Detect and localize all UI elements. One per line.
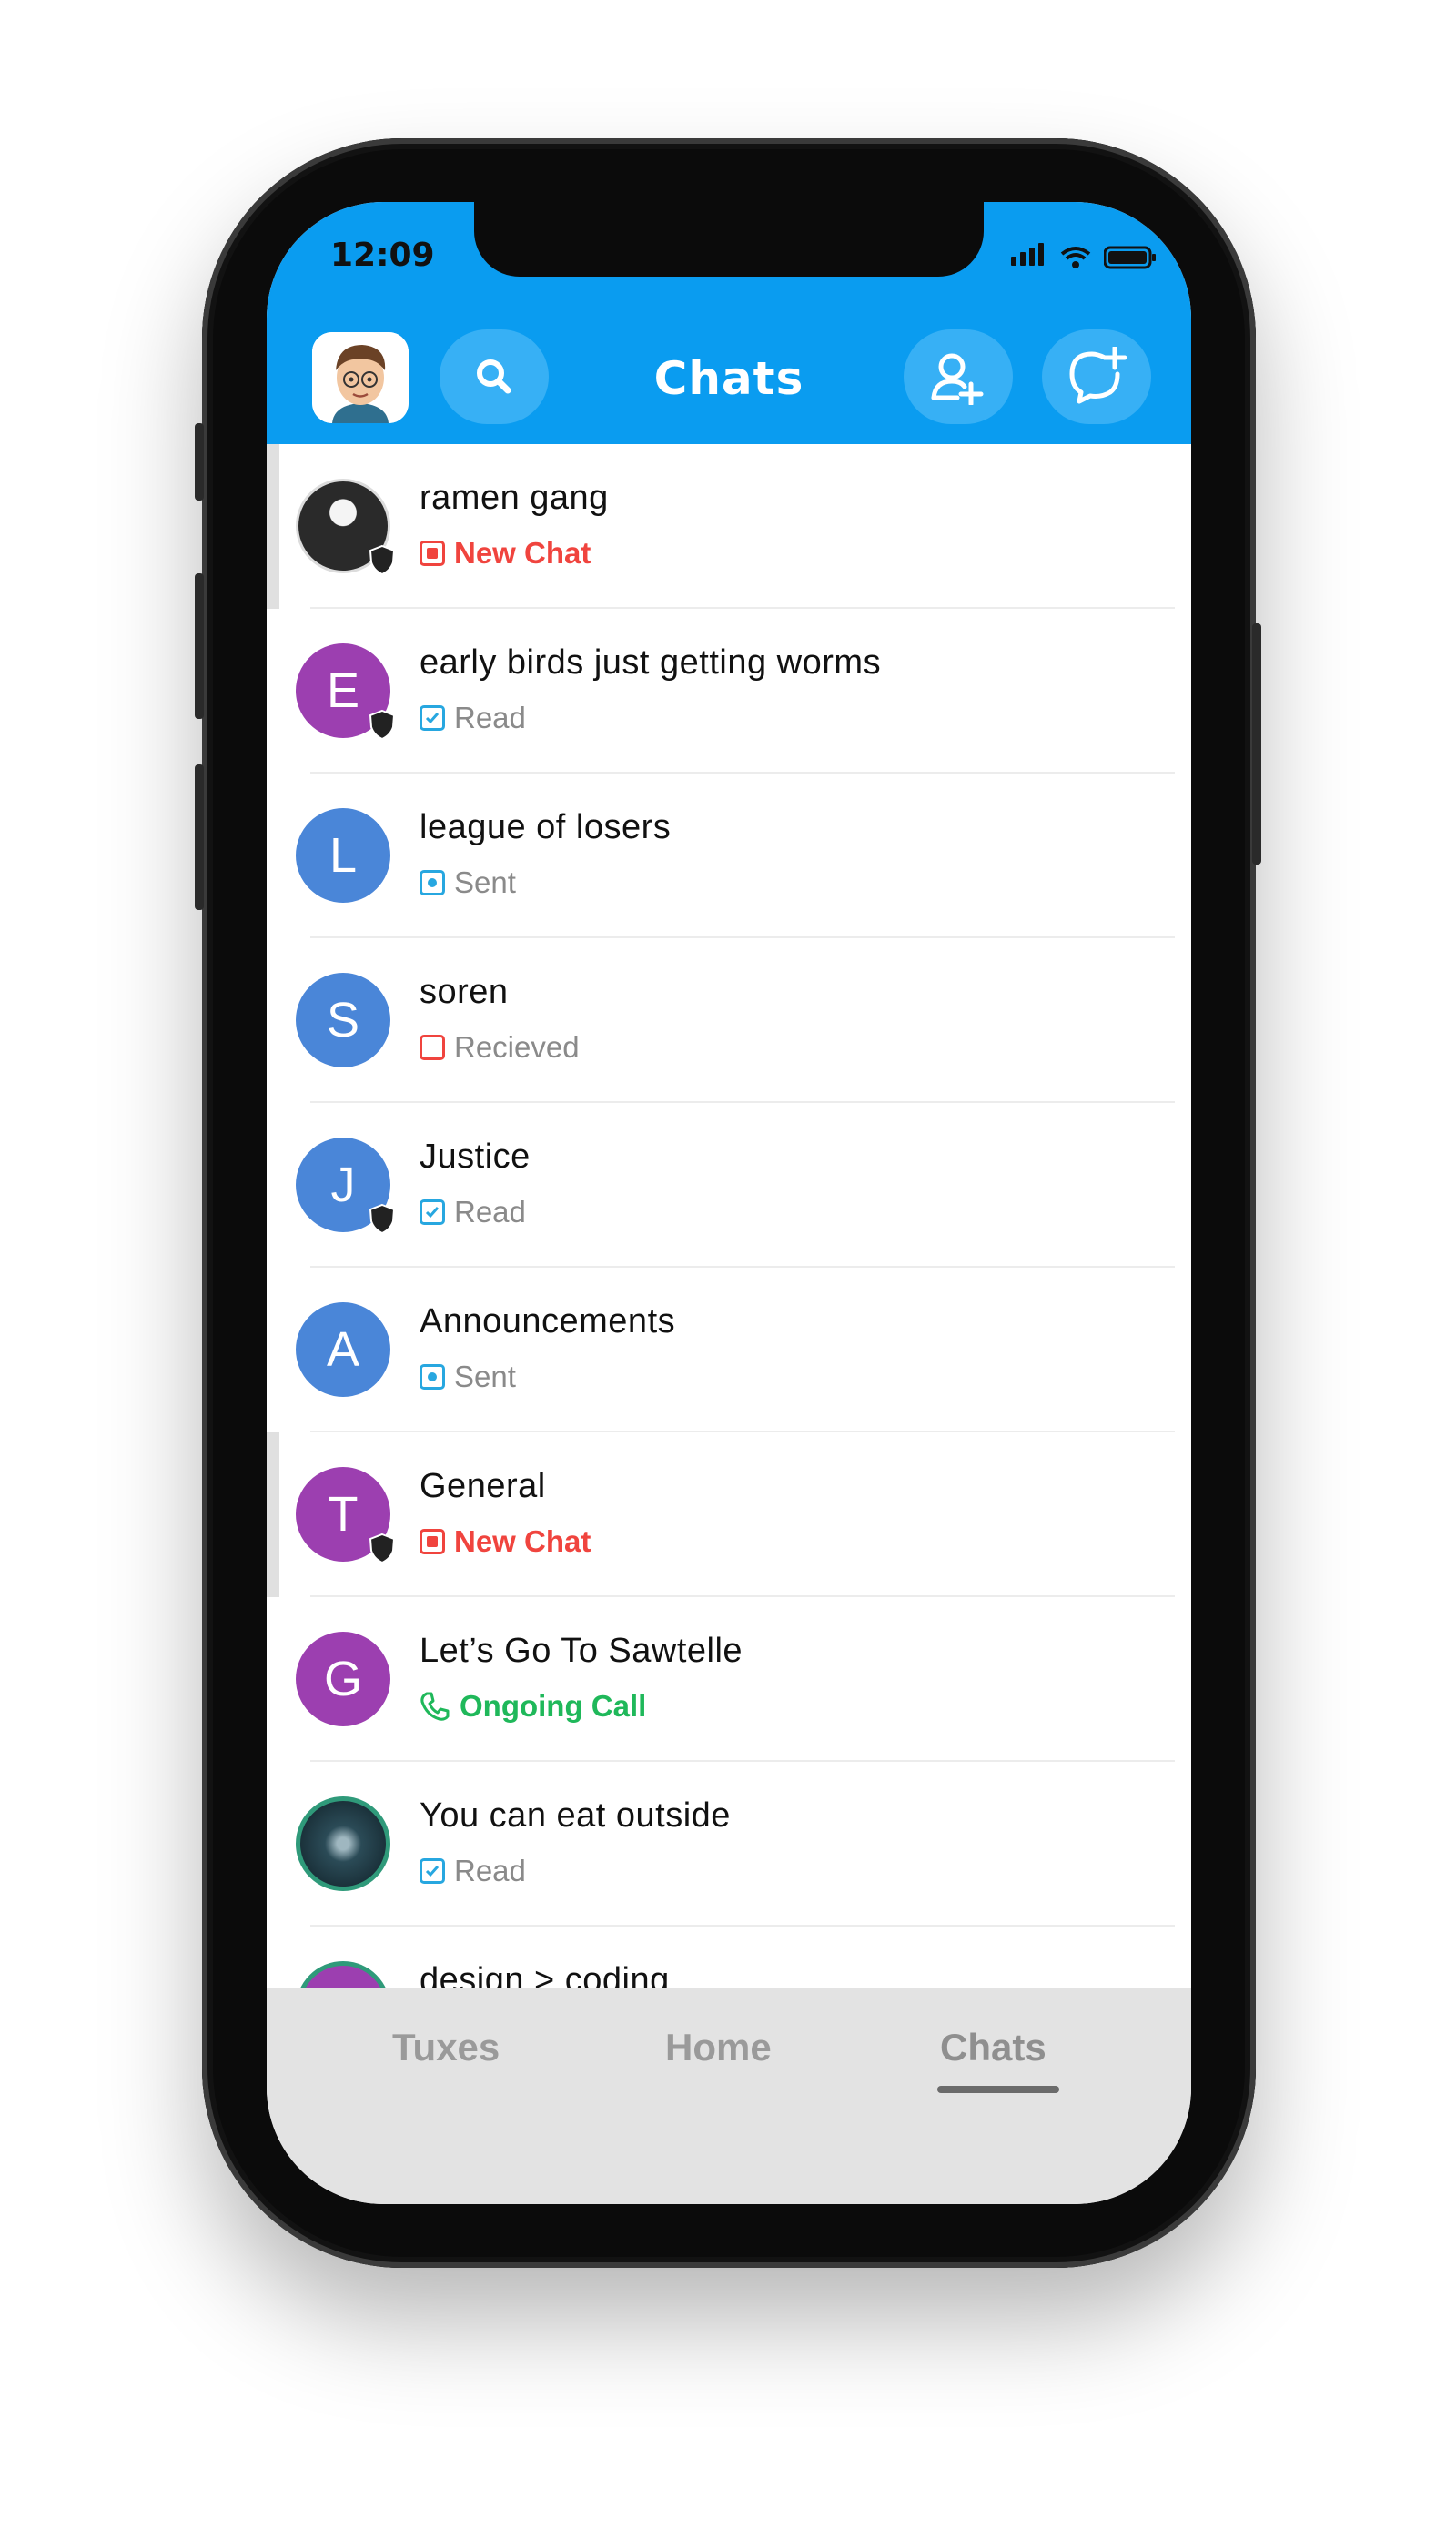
new-chat-status-icon <box>420 541 445 566</box>
chat-status-text: Read <box>454 1195 526 1229</box>
chat-row[interactable]: Ssoren Recieved <box>267 938 1191 1103</box>
avatar-initial: A <box>326 1322 360 1377</box>
avatar-initial: E <box>326 663 360 718</box>
avatar-initial: S <box>326 993 360 1047</box>
chat-row[interactable]: A Announcements Sent <box>267 1268 1191 1432</box>
side-button-volume-up <box>195 573 204 719</box>
new-chat-status-icon <box>420 1529 445 1554</box>
chat-status: Sent <box>420 1360 516 1394</box>
new-chat-button[interactable] <box>1042 329 1151 424</box>
chat-status: Read <box>420 1195 526 1229</box>
chat-row[interactable]: ramen gang New Chat <box>267 444 1191 609</box>
active-tab-indicator <box>937 2086 1059 2093</box>
avatar-initial: T <box>328 1487 359 1542</box>
chat-status-text: New Chat <box>454 536 592 570</box>
unread-indicator <box>267 1432 279 1597</box>
chat-status: Read <box>420 1854 526 1888</box>
chat-name: Announcements <box>420 1302 676 1340</box>
chat-list: ramen gang New Chat Eearly birds just gett… <box>267 444 1191 2091</box>
chat-avatar[interactable]: L <box>296 808 390 903</box>
side-button-mute <box>195 423 204 501</box>
chat-row[interactable]: J Justice Read <box>267 1103 1191 1268</box>
chat-status-text: Sent <box>454 1360 516 1393</box>
chat-status-text: Sent <box>454 865 516 899</box>
chat-name: soren <box>420 973 509 1011</box>
chat-status-text: New Chat <box>454 1524 592 1558</box>
unread-indicator <box>267 444 279 609</box>
chat-status: Read <box>420 701 526 735</box>
phone-screen: 12:09 Chats ramen gang New Chat E early … <box>267 202 1191 2204</box>
bottom-tab-bar: Tuxes Home Chats <box>267 1988 1191 2204</box>
chat-status: Recieved <box>420 1030 580 1065</box>
side-button-power <box>1252 623 1261 865</box>
chat-row[interactable]: Eearly birds just getting worms Read <box>267 609 1191 774</box>
side-button-volume-down <box>195 764 204 910</box>
chat-status-text: Read <box>454 1854 526 1887</box>
chat-name: You can eat outside <box>420 1796 731 1835</box>
status-icons <box>1011 243 1157 269</box>
chat-name: General <box>420 1467 546 1505</box>
chat-row[interactable]: T General New Chat <box>267 1432 1191 1597</box>
tab-home[interactable]: Home <box>665 2026 772 2069</box>
chat-name: early birds just getting worms <box>420 643 882 682</box>
chat-avatar[interactable] <box>296 1796 390 1891</box>
new-chat-icon <box>1069 347 1127 404</box>
chat-status: New Chat <box>420 1524 591 1559</box>
chat-name: Let’s Go To Sawtelle <box>420 1632 743 1670</box>
chat-name: league of losers <box>420 808 672 846</box>
wifi-icon <box>1060 247 1091 268</box>
status-time: 12:09 <box>330 237 435 274</box>
chat-avatar[interactable]: S <box>296 973 390 1067</box>
avatar-initial: J <box>330 1158 356 1212</box>
chat-avatar[interactable]: A <box>296 1302 390 1397</box>
received-status-icon <box>420 1035 445 1060</box>
add-friend-icon <box>931 353 984 405</box>
chat-status: New Chat <box>420 536 591 571</box>
chat-status-text: Recieved <box>454 1030 580 1064</box>
read-status-icon <box>420 1858 445 1884</box>
sent-status-icon <box>420 1364 445 1390</box>
chat-row[interactable]: You can eat outside Read <box>267 1762 1191 1927</box>
shield-icon <box>369 1203 396 1234</box>
shield-icon <box>369 544 396 575</box>
shield-icon <box>369 709 396 740</box>
chat-status: Ongoing Call <box>420 1689 646 1724</box>
chat-status: Sent <box>420 865 516 900</box>
phone-icon <box>420 1692 450 1721</box>
notch <box>474 202 984 277</box>
tab-chats[interactable]: Chats <box>940 2026 1046 2069</box>
shield-icon <box>369 1533 396 1563</box>
chat-row[interactable]: Lleague of losers Sent <box>267 774 1191 938</box>
battery-icon <box>1104 246 1156 269</box>
read-status-icon <box>420 705 445 731</box>
signal-icon <box>1011 243 1047 269</box>
add-friend-button[interactable] <box>904 329 1013 424</box>
avatar-initial: G <box>323 1652 362 1706</box>
chat-name: Justice <box>420 1138 531 1176</box>
chat-row[interactable]: G Let’s Go To Sawtelle Ongoing Call <box>267 1597 1191 1762</box>
tab-tuxes[interactable]: Tuxes <box>392 2026 500 2069</box>
sent-status-icon <box>420 870 445 895</box>
chat-name: ramen gang <box>420 479 609 517</box>
avatar-initial: L <box>329 828 358 883</box>
chat-avatar[interactable]: G <box>296 1632 390 1726</box>
chat-status-text: Read <box>454 701 526 734</box>
chat-status-text: Ongoing Call <box>460 1689 647 1723</box>
read-status-icon <box>420 1199 445 1225</box>
